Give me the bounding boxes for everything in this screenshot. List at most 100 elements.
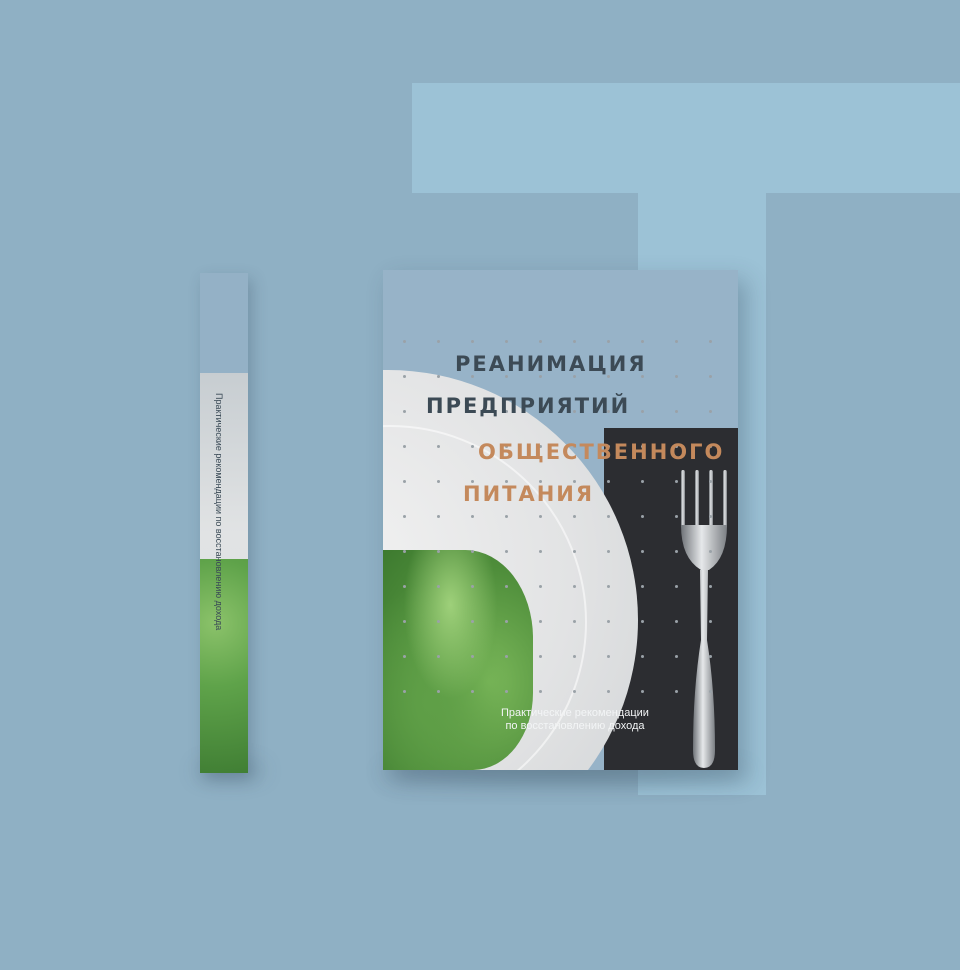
embossed-dot [403,515,406,518]
embossed-dot [539,620,542,623]
embossed-dot [539,655,542,658]
embossed-dot [709,585,712,588]
book-front-cover: РЕАНИМАЦИЯ ПРЕДПРИЯТИЙ ОБЩЕСТВЕННОГО ПИТ… [383,270,738,770]
embossed-dot [403,690,406,693]
embossed-dot [641,585,644,588]
embossed-dot [607,585,610,588]
embossed-dot [641,655,644,658]
embossed-dot [539,515,542,518]
embossed-dot [471,550,474,553]
embossed-dot [607,480,610,483]
embossed-dot [641,480,644,483]
embossed-dot [709,550,712,553]
embossed-dot [505,550,508,553]
embossed-dot [437,655,440,658]
embossed-dot [641,690,644,693]
embossed-dot [403,340,406,343]
embossed-dot [403,480,406,483]
cover-title-line-3: ОБЩЕСТВЕННОГО [478,440,725,464]
embossed-dot [709,655,712,658]
cover-subtitle-line-1: Практические рекомендации [501,707,649,719]
embossed-dot [471,690,474,693]
cover-subtitle: Практические рекомендации по восстановле… [501,707,649,733]
embossed-dot [437,515,440,518]
cover-title-line-4: ПИТАНИЯ [463,482,595,506]
embossed-dot [607,515,610,518]
embossed-dot [471,585,474,588]
embossed-dot [675,340,678,343]
embossed-dot [641,515,644,518]
embossed-dot-grid [383,270,738,770]
cover-subtitle-line-2: по восстановлению дохода [505,720,645,732]
embossed-dot [573,550,576,553]
embossed-dot [471,340,474,343]
embossed-dot [403,585,406,588]
embossed-dot [675,620,678,623]
embossed-dot [539,585,542,588]
embossed-dot [437,480,440,483]
embossed-dot [403,445,406,448]
embossed-dot [471,445,474,448]
embossed-dot [607,340,610,343]
background-t-shape-bar [412,83,960,193]
embossed-dot [709,410,712,413]
embossed-dot [403,410,406,413]
embossed-dot [675,655,678,658]
embossed-dot [471,655,474,658]
embossed-dot [437,550,440,553]
embossed-dot [437,375,440,378]
embossed-dot [709,375,712,378]
embossed-dot [403,375,406,378]
embossed-dot [437,585,440,588]
embossed-dot [675,550,678,553]
cover-title-line-1: РЕАНИМАЦИЯ [455,352,647,376]
embossed-dot [505,515,508,518]
embossed-dot [505,655,508,658]
embossed-dot [641,550,644,553]
embossed-dot [539,340,542,343]
embossed-dot [675,410,678,413]
embossed-dot [675,480,678,483]
embossed-dot [539,550,542,553]
embossed-dot [709,515,712,518]
embossed-dot [573,655,576,658]
cover-title-line-2: ПРЕДПРИЯТИЙ [426,394,631,418]
embossed-dot [573,620,576,623]
embossed-dot [607,550,610,553]
embossed-dot [641,620,644,623]
embossed-dot [675,585,678,588]
embossed-dot [437,340,440,343]
embossed-dot [573,515,576,518]
embossed-dot [403,550,406,553]
embossed-dot [437,445,440,448]
embossed-dot [607,620,610,623]
embossed-dot [437,620,440,623]
embossed-dot [709,480,712,483]
book-spine: Практические рекомендации по восстановле… [200,273,248,773]
embossed-dot [607,655,610,658]
embossed-dot [573,340,576,343]
embossed-dot [471,620,474,623]
embossed-dot [709,340,712,343]
embossed-dot [573,690,576,693]
embossed-dot [505,340,508,343]
embossed-dot [709,620,712,623]
embossed-dot [573,585,576,588]
embossed-dot [437,690,440,693]
embossed-dot [675,690,678,693]
spine-subtitle: Практические рекомендации по восстановле… [214,393,224,631]
embossed-dot [505,585,508,588]
embossed-dot [403,620,406,623]
embossed-dot [471,515,474,518]
embossed-dot [641,410,644,413]
embossed-dot [675,515,678,518]
embossed-dot [505,620,508,623]
embossed-dot [607,690,610,693]
spine-lettuce-image [200,559,248,773]
embossed-dot [403,655,406,658]
embossed-dot [641,340,644,343]
embossed-dot [505,690,508,693]
embossed-dot [675,375,678,378]
embossed-dot [539,690,542,693]
spine-blue-band [200,273,248,373]
